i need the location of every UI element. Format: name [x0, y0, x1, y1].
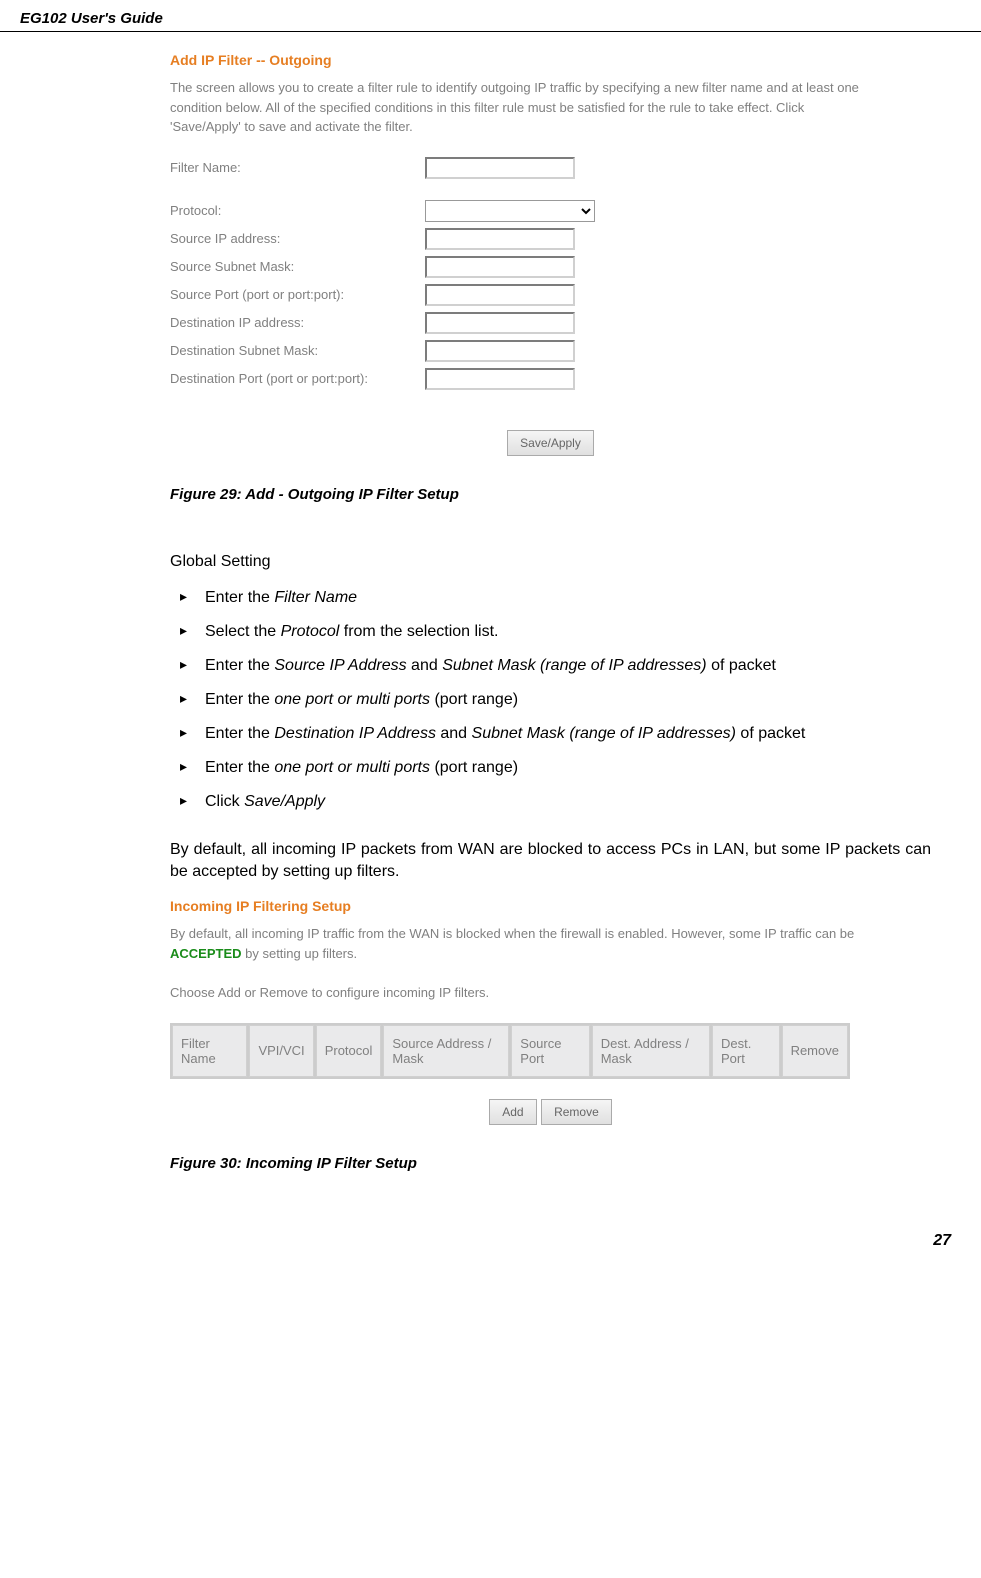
screenshot-incoming-filter: Incoming IP Filtering Setup By default, … — [170, 898, 931, 1125]
inline-button-row: Add Remove — [170, 1099, 931, 1125]
page-content: Add IP Filter -- Outgoing The screen all… — [0, 32, 981, 1222]
label-protocol: Protocol: — [170, 203, 425, 218]
input-destip[interactable] — [425, 312, 575, 334]
page-footer: 27 — [0, 1222, 981, 1260]
input-destport[interactable] — [425, 368, 575, 390]
label-destmask: Destination Subnet Mask: — [170, 343, 425, 358]
form-row-sourceport: Source Port (port or port:port): — [170, 284, 931, 306]
form-row-sourceip: Source IP address: — [170, 228, 931, 250]
accepted-text: ACCEPTED — [170, 946, 242, 961]
form-row-protocol: Protocol: — [170, 200, 931, 222]
col-destport: Dest. Port — [712, 1025, 780, 1077]
form-row-destmask: Destination Subnet Mask: — [170, 340, 931, 362]
form-row-destport: Destination Port (port or port:port): — [170, 368, 931, 390]
global-setting-list: Enter the Filter Name Select the Protoco… — [170, 586, 931, 814]
filter-table-container: Filter Name VPI/VCI Protocol Source Addr… — [170, 1023, 931, 1079]
label-destport: Destination Port (port or port:port): — [170, 371, 425, 386]
list-item: Select the Protocol from the selection l… — [170, 620, 931, 644]
save-apply-button[interactable]: Save/Apply — [507, 430, 594, 456]
label-sourceip: Source IP address: — [170, 231, 425, 246]
input-sourcemask[interactable] — [425, 256, 575, 278]
figure-caption-1: Figure 29: Add - Outgoing IP Filter Setu… — [170, 486, 931, 503]
filter-table: Filter Name VPI/VCI Protocol Source Addr… — [170, 1023, 850, 1079]
form-row-sourcemask: Source Subnet Mask: — [170, 256, 931, 278]
screenshot-description: The screen allows you to create a filter… — [170, 78, 870, 137]
label-sourcemask: Source Subnet Mask: — [170, 259, 425, 274]
col-filtername: Filter Name — [172, 1025, 247, 1077]
form-row-filtername: Filter Name: — [170, 157, 931, 179]
table-header-row: Filter Name VPI/VCI Protocol Source Addr… — [172, 1025, 848, 1077]
input-destmask[interactable] — [425, 340, 575, 362]
input-sourceport[interactable] — [425, 284, 575, 306]
figure-caption-2: Figure 30: Incoming IP Filter Setup — [170, 1155, 931, 1172]
screenshot-title: Add IP Filter -- Outgoing — [170, 52, 931, 68]
page-header: EG102 User's Guide — [0, 0, 981, 32]
select-protocol[interactable] — [425, 200, 595, 222]
screenshot-title-2: Incoming IP Filtering Setup — [170, 898, 931, 914]
list-item: Enter the Filter Name — [170, 586, 931, 610]
header-title: EG102 User's Guide — [20, 10, 163, 27]
list-item: Enter the Source IP Address and Subnet M… — [170, 654, 931, 678]
input-filtername[interactable] — [425, 157, 575, 179]
label-destip: Destination IP address: — [170, 315, 425, 330]
list-item: Enter the one port or multi ports (port … — [170, 688, 931, 712]
col-remove: Remove — [782, 1025, 848, 1077]
input-sourceip[interactable] — [425, 228, 575, 250]
list-item: Enter the Destination IP Address and Sub… — [170, 722, 931, 746]
col-sourceaddr: Source Address / Mask — [383, 1025, 509, 1077]
list-item: Enter the one port or multi ports (port … — [170, 756, 931, 780]
col-destaddr: Dest. Address / Mask — [592, 1025, 710, 1077]
list-item: Click Save/Apply — [170, 790, 931, 814]
col-vpivci: VPI/VCI — [249, 1025, 313, 1077]
form-row-destip: Destination IP address: — [170, 312, 931, 334]
screenshot-desc-2a: By default, all incoming IP traffic from… — [170, 924, 870, 963]
button-row: Save/Apply — [170, 430, 931, 456]
page-number: 27 — [933, 1232, 951, 1249]
col-protocol: Protocol — [316, 1025, 382, 1077]
paragraph-incoming: By default, all incoming IP packets from… — [170, 839, 931, 884]
label-sourceport: Source Port (port or port:port): — [170, 287, 425, 302]
add-button[interactable]: Add — [489, 1099, 536, 1125]
screenshot-desc-2b: Choose Add or Remove to configure incomi… — [170, 983, 870, 1003]
global-setting-heading: Global Setting — [170, 553, 931, 571]
screenshot-outgoing-filter: Add IP Filter -- Outgoing The screen all… — [170, 52, 931, 456]
label-filtername: Filter Name: — [170, 160, 425, 175]
col-sourceport: Source Port — [511, 1025, 589, 1077]
remove-button[interactable]: Remove — [541, 1099, 612, 1125]
